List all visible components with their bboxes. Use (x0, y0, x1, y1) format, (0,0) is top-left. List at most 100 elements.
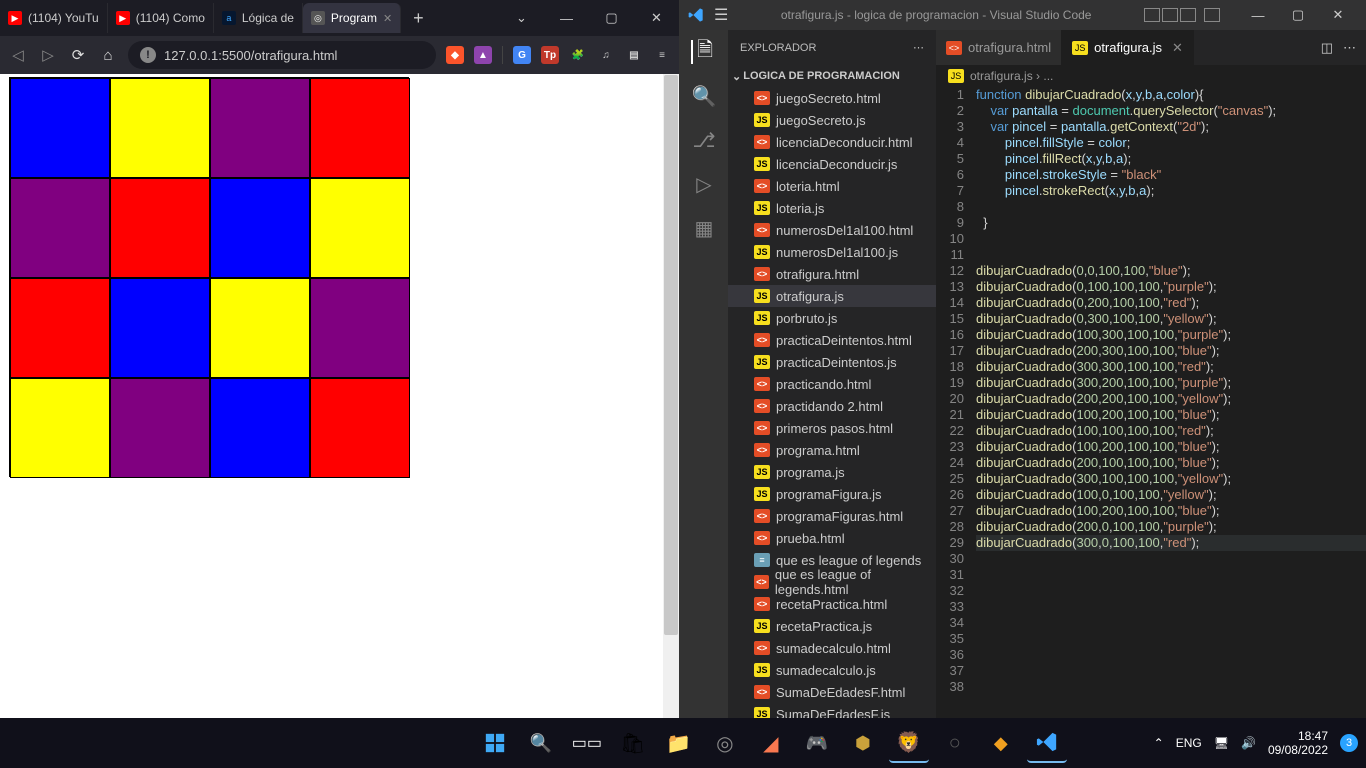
gtranslate-icon[interactable]: G (513, 46, 531, 64)
code-line[interactable]: dibujarCuadrado(200,0,100,100,"purple"); (976, 519, 1366, 535)
pinned-sublime-icon[interactable]: ◆ (981, 723, 1021, 763)
browser-menu-icon[interactable]: ≡ (653, 46, 671, 64)
code-line[interactable]: dibujarCuadrado(100,200,100,100,"blue"); (976, 439, 1366, 455)
tab-close-icon[interactable]: ✕ (383, 12, 392, 25)
pinned-lol-icon[interactable]: ⬢ (843, 723, 883, 763)
extensions-icon[interactable]: ▦ (692, 216, 716, 240)
code-line[interactable]: var pincel = pantalla.getContext("2d"); (976, 119, 1366, 135)
code-line[interactable] (976, 583, 1366, 599)
code-line[interactable] (976, 599, 1366, 615)
tray-clock[interactable]: 18:47 09/08/2022 (1268, 729, 1328, 757)
code-line[interactable]: dibujarCuadrado(100,100,100,100,"red"); (976, 423, 1366, 439)
run-debug-icon[interactable]: ▷ (692, 172, 716, 196)
tray-volume-icon[interactable]: 🔊 (1241, 736, 1256, 750)
code-line[interactable]: dibujarCuadrado(200,300,100,100,"blue"); (976, 343, 1366, 359)
code-line[interactable]: dibujarCuadrado(100,200,100,100,"blue"); (976, 503, 1366, 519)
code-line[interactable] (976, 679, 1366, 695)
code-editor[interactable]: 1234567891011121314151617181920212223242… (936, 87, 1366, 768)
browser-tab[interactable]: ▶(1104) Como (108, 3, 214, 33)
search-icon[interactable]: 🔍 (692, 84, 716, 108)
explorer-icon[interactable]: 🗎 (691, 40, 715, 64)
editor-more-icon[interactable]: ⋯ (1343, 40, 1356, 56)
code-line[interactable]: dibujarCuadrado(300,300,100,100,"red"); (976, 359, 1366, 375)
task-view-button[interactable]: ▭▭ (567, 723, 607, 763)
file-tree-item[interactable]: <>sumadecalculo.html (728, 637, 936, 659)
window-dropdown-icon[interactable]: ⌄ (499, 0, 544, 36)
running-brave-icon[interactable]: 🦁 (889, 723, 929, 763)
file-tree-item[interactable]: <>licenciaDeconducir.html (728, 131, 936, 153)
brave-shield-icon[interactable]: ◆ (446, 46, 464, 64)
pinned-explorer-icon[interactable]: 📁 (659, 723, 699, 763)
code-line[interactable]: function dibujarCuadrado(x,y,b,a,color){ (976, 87, 1366, 103)
tray-network-icon[interactable]: 🖥 (1214, 736, 1229, 750)
file-tree-item[interactable]: JSlicenciaDeconducir.js (728, 153, 936, 175)
breadcrumb[interactable]: JS otrafigura.js › ... (936, 65, 1366, 87)
code-line[interactable]: dibujarCuadrado(200,200,100,100,"yellow"… (976, 391, 1366, 407)
tray-language[interactable]: ENG (1176, 736, 1202, 750)
file-tree-item[interactable]: <>que es league of legends.html (728, 571, 936, 593)
window-close-icon[interactable]: ✕ (634, 0, 679, 36)
nav-home-icon[interactable]: ⌂ (98, 47, 118, 64)
tray-chevron-icon[interactable]: ⌃ (1154, 736, 1164, 750)
tp-extension-icon[interactable]: Tp (541, 46, 559, 64)
file-tree-item[interactable]: <>prueba.html (728, 527, 936, 549)
code-line[interactable]: pincel.strokeRect(x,y,b,a); (976, 183, 1366, 199)
nav-reload-icon[interactable]: ⟳ (68, 46, 88, 64)
code-line[interactable] (976, 567, 1366, 583)
sidebar-more-icon[interactable]: ⋯ (913, 41, 924, 54)
code-line[interactable]: dibujarCuadrado(300,100,100,100,"yellow"… (976, 471, 1366, 487)
code-line[interactable]: dibujarCuadrado(300,0,100,100,"red"); (976, 535, 1366, 551)
code-line[interactable] (976, 663, 1366, 679)
file-tree-item[interactable]: <>practicaDeintentos.html (728, 329, 936, 351)
layout-controls[interactable] (1144, 8, 1220, 22)
file-tree-item[interactable]: JSrecetaPractica.js (728, 615, 936, 637)
file-tree-item[interactable]: JSnumerosDel1al100.js (728, 241, 936, 263)
address-bar[interactable]: ! 127.0.0.1:5500/otrafigura.html (128, 41, 436, 69)
pinned-store-icon[interactable]: 🛍 (613, 723, 653, 763)
file-tree-item[interactable]: <>numerosDel1al100.html (728, 219, 936, 241)
nav-forward-icon[interactable]: ▷ (38, 46, 58, 64)
code-line[interactable] (976, 615, 1366, 631)
file-tree-item[interactable]: <>loteria.html (728, 175, 936, 197)
window-minimize-icon[interactable]: — (544, 0, 589, 36)
extensions-puzzle-icon[interactable]: 🧩 (569, 46, 587, 64)
file-tree-item[interactable]: JSotrafigura.js (728, 285, 936, 307)
code-line[interactable]: dibujarCuadrado(0,0,100,100,"blue"); (976, 263, 1366, 279)
vs-close-icon[interactable]: ✕ (1318, 0, 1358, 30)
code-line[interactable]: pincel.strokeStyle = "black" (976, 167, 1366, 183)
file-tree-item[interactable]: JSporbruto.js (728, 307, 936, 329)
file-tree-item[interactable]: <>SumaDeEdadesF.html (728, 681, 936, 703)
running-vscode-icon[interactable] (1027, 723, 1067, 763)
code-line[interactable] (976, 551, 1366, 567)
browser-tab[interactable]: ◎Program✕ (303, 3, 401, 33)
pinned-todoist-icon[interactable]: ◢ (751, 723, 791, 763)
tab-close-icon[interactable]: ✕ (1172, 40, 1183, 56)
media-control-icon[interactable]: ♫ (597, 46, 615, 64)
vertical-scrollbar[interactable] (663, 74, 679, 718)
code-line[interactable] (976, 631, 1366, 647)
code-line[interactable] (976, 231, 1366, 247)
file-tree-item[interactable]: <>otrafigura.html (728, 263, 936, 285)
pinned-games-icon[interactable]: 🎮 (797, 723, 837, 763)
search-button[interactable]: 🔍 (521, 723, 561, 763)
file-tree-item[interactable]: JSprograma.js (728, 461, 936, 483)
pinned-opera-icon[interactable]: ○ (935, 723, 975, 763)
file-tree-item[interactable]: <>juegoSecreto.html (728, 87, 936, 109)
file-tree-item[interactable]: <>programa.html (728, 439, 936, 461)
code-line[interactable] (976, 247, 1366, 263)
file-tree-item[interactable]: JSloteria.js (728, 197, 936, 219)
file-tree-item[interactable]: JSjuegoSecreto.js (728, 109, 936, 131)
notification-badge[interactable]: 3 (1340, 734, 1358, 752)
soul-icon[interactable]: ▲ (474, 46, 492, 64)
file-tree-item[interactable]: <>practicando.html (728, 373, 936, 395)
file-tree-item[interactable]: JSpracticaDeintentos.js (728, 351, 936, 373)
editor-tab[interactable]: <>otrafigura.html (936, 30, 1062, 65)
code-line[interactable]: dibujarCuadrado(300,200,100,100,"purple"… (976, 375, 1366, 391)
vs-maximize-icon[interactable]: ▢ (1278, 0, 1318, 30)
vs-minimize-icon[interactable]: — (1238, 0, 1278, 30)
code-line[interactable]: dibujarCuadrado(0,200,100,100,"red"); (976, 295, 1366, 311)
reader-icon[interactable]: ▤ (625, 46, 643, 64)
file-tree-item[interactable]: <>practidando 2.html (728, 395, 936, 417)
folder-header[interactable]: ⌄ LOGICA DE PROGRAMACION (728, 65, 936, 87)
file-tree-item[interactable]: <>programaFiguras.html (728, 505, 936, 527)
